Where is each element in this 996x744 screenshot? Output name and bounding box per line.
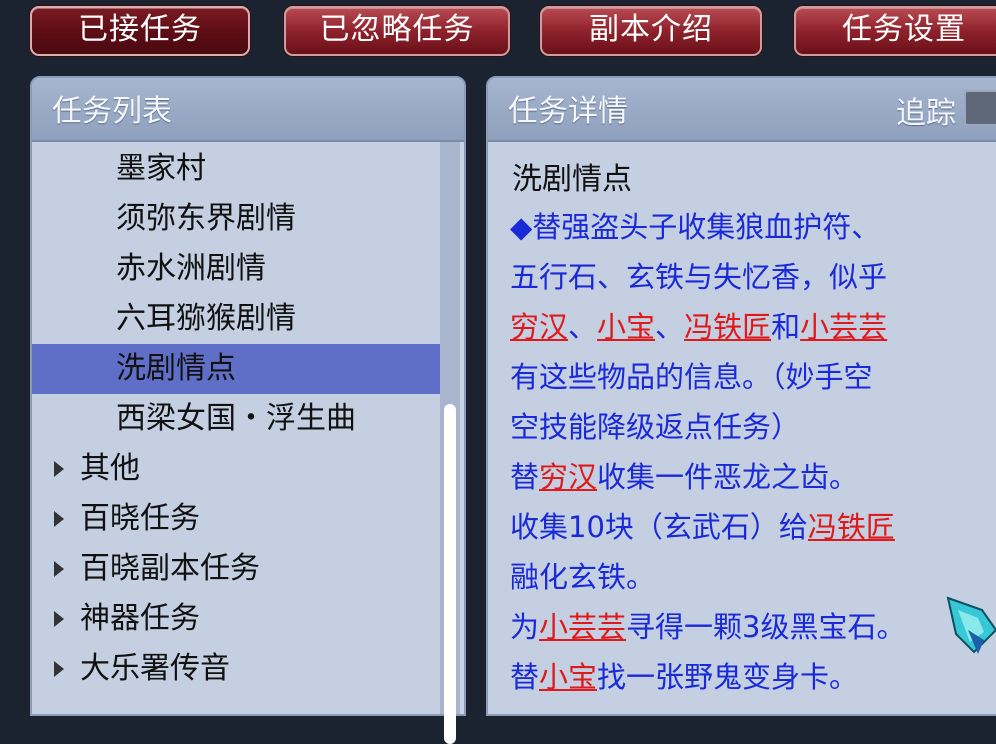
scrollbar-thumb[interactable] [444,404,456,744]
description-line: 替小宝找一张野鬼变身卡。 [510,652,970,702]
quest-detail-content: 洗剧情点 ◆替强盗头子收集狼血护符、 五行石、玄铁与失忆香，似乎 穷汉、小宝、冯铁匠… [488,142,996,714]
quest-item-xumi-east[interactable]: 须弥东界剧情 [32,194,440,244]
expand-arrow-icon [54,461,64,477]
quest-item-chishui-zhou[interactable]: 赤水洲剧情 [32,244,440,294]
npc-link[interactable]: 小芸芸 [539,610,626,644]
npc-link[interactable]: 小宝 [597,310,655,344]
tab-quest-settings[interactable]: 任务设置 [794,6,996,56]
description-line: ◆替强盗头子收集狼血护符、 [510,202,970,252]
description-text: 替 [510,660,540,694]
description-line: 空技能降级返点任务） [510,402,970,452]
description-text: 融化玄铁。 [510,560,656,594]
quest-item-liuer-macaque[interactable]: 六耳猕猴剧情 [32,294,440,344]
npc-link[interactable]: 穷汉 [510,310,568,344]
npc-link[interactable]: 冯铁匠 [684,310,771,344]
quest-detail-header: 任务详情 追踪 [488,78,996,142]
tab-bar: 已接任务 已忽略任务 副本介绍 任务设置 [0,0,996,68]
expand-arrow-icon [54,561,64,577]
track-checkbox[interactable] [964,90,996,126]
description-text: 有这些物品的信息。（妙手空 [510,360,873,394]
tab-ignored-quests[interactable]: 已忽略任务 [284,6,510,56]
quest-list-scrollbar[interactable] [440,142,460,744]
description-text: 收集10块（玄武石）给 [510,510,808,544]
description-text: 五行石、玄铁与失忆香，似乎 [510,260,888,294]
quest-description: ◆替强盗头子收集狼血护符、 五行石、玄铁与失忆香，似乎 穷汉、小宝、冯铁匠和小芸芸有… [510,202,970,702]
quest-list: 墨家村 须弥东界剧情 赤水洲剧情 六耳猕猴剧情 洗剧情点 西梁女国・浮生曲 其他… [32,142,440,714]
description-line: 穷汉、小宝、冯铁匠和小芸芸 [510,302,970,352]
quest-item-xiliang-kingdom[interactable]: 西梁女国・浮生曲 [32,394,440,444]
description-text: 收集一件恶龙之齿。 [597,460,859,494]
track-label: 追踪 [896,96,956,131]
category-other[interactable]: 其他 [32,444,440,494]
description-text: 空技能降级返点任务） [510,410,801,444]
category-baixiao-dungeon-quests[interactable]: 百晓副本任务 [32,544,440,594]
description-text: 找一张野鬼变身卡。 [597,660,859,694]
quest-list-panel: 任务列表 墨家村 须弥东界剧情 赤水洲剧情 六耳猕猴剧情 洗剧情点 西梁女国・浮… [30,76,466,744]
tab-dungeon-intro[interactable]: 副本介绍 [540,6,762,56]
description-line: 有这些物品的信息。（妙手空 [510,352,970,402]
category-label: 神器任务 [80,601,200,636]
description-text: 和 [771,310,801,344]
tab-accepted-quests[interactable]: 已接任务 [30,6,250,56]
category-label: 百晓副本任务 [80,551,260,586]
description-text: 、 [655,310,685,344]
quest-item-wash-plot-points[interactable]: 洗剧情点 [32,344,440,394]
quest-list-header: 任务列表 [32,78,464,142]
category-dayueshu-message[interactable]: 大乐署传音 [32,644,440,694]
category-label: 百晓任务 [80,501,200,536]
description-line: 替穷汉收集一件恶龙之齿。 [510,452,970,502]
expand-arrow-icon [54,611,64,627]
description-line: 融化玄铁。 [510,552,970,602]
expand-arrow-icon [54,511,64,527]
category-artifact-quests[interactable]: 神器任务 [32,594,440,644]
expand-arrow-icon [54,661,64,677]
category-label: 大乐署传音 [80,651,230,686]
quest-name: 洗剧情点 [512,162,632,197]
description-line: 为小芸芸寻得一颗3级黑宝石。 [510,602,970,652]
npc-link[interactable]: 小芸芸 [800,310,887,344]
npc-link[interactable]: 小宝 [539,660,597,694]
description-text: ◆替强盗头子收集狼血护符、 [510,210,881,244]
npc-link[interactable]: 冯铁匠 [808,510,895,544]
description-text: 替 [510,460,540,494]
npc-link[interactable]: 穷汉 [539,460,597,494]
description-line: 收集10块（玄武石）给冯铁匠 [510,502,970,552]
category-label: 其他 [80,451,140,486]
description-text: 为 [510,610,540,644]
quest-item-mojia-village[interactable]: 墨家村 [32,144,440,194]
description-text: 、 [568,310,598,344]
description-text: 寻得一颗3级黑宝石。 [626,610,906,644]
description-line: 五行石、玄铁与失忆香，似乎 [510,252,970,302]
category-baixiao-quests[interactable]: 百晓任务 [32,494,440,544]
quest-detail-title: 任务详情 [508,94,628,129]
decorative-crystal-icon [946,596,996,654]
quest-list-title: 任务列表 [52,94,172,129]
quest-detail-panel: 任务详情 追踪 洗剧情点 ◆替强盗头子收集狼血护符、 五行石、玄铁与失忆香，似乎穷… [486,76,996,716]
